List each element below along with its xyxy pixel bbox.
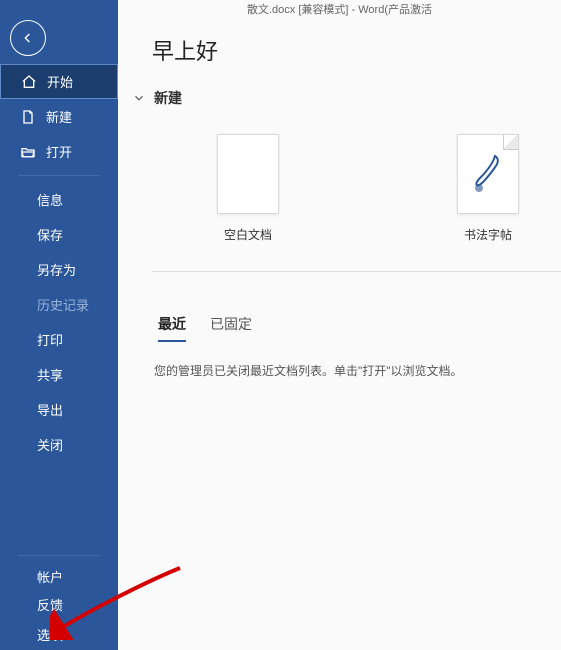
tab-recent[interactable]: 最近	[158, 314, 186, 342]
recent-empty-message: 您的管理员已关闭最近文档列表。单击"打开"以浏览文档。	[154, 362, 561, 379]
sidebar-item-feedback[interactable]: 反馈	[0, 590, 118, 618]
sidebar-item-label: 保存	[37, 225, 63, 244]
folder-open-icon	[20, 144, 36, 160]
sidebar-item-info[interactable]: 信息	[0, 182, 118, 217]
template-caption: 空白文档	[224, 226, 272, 243]
template-thumb-calligraphy	[457, 134, 519, 214]
template-blank-document[interactable]: 空白文档	[198, 134, 298, 243]
sidebar-item-label: 帐户	[37, 567, 63, 586]
sidebar-item-share[interactable]: 共享	[0, 357, 118, 392]
section-divider	[152, 271, 561, 272]
sidebar-item-print[interactable]: 打印	[0, 322, 118, 357]
sidebar-item-new[interactable]: 新建	[0, 99, 118, 134]
main-panel: 散文.docx [兼容模式] - Word(产品激活 早上好 新建 空白文档 书…	[118, 0, 561, 650]
section-new-header[interactable]: 新建	[118, 84, 561, 112]
page-icon	[20, 109, 36, 125]
template-calligraphy[interactable]: 书法字帖	[438, 134, 538, 243]
sidebar-item-label: 反馈	[37, 595, 63, 614]
template-caption: 书法字帖	[464, 226, 512, 243]
sidebar-item-open[interactable]: 打开	[0, 134, 118, 169]
sidebar-item-export[interactable]: 导出	[0, 392, 118, 427]
sidebar-item-label: 另存为	[37, 260, 76, 279]
sidebar-item-save[interactable]: 保存	[0, 217, 118, 252]
sidebar-item-close[interactable]: 关闭	[0, 427, 118, 462]
sidebar-divider	[18, 555, 100, 556]
template-thumb-blank	[217, 134, 279, 214]
sidebar-item-label: 关闭	[37, 435, 63, 454]
sidebar-item-label: 开始	[47, 72, 73, 91]
sidebar-item-label: 共享	[37, 365, 63, 384]
recent-tabs: 最近 已固定	[158, 314, 561, 342]
template-list: 空白文档 书法字帖	[118, 112, 561, 243]
sidebar-item-history: 历史记录	[0, 287, 118, 322]
sidebar-item-label: 新建	[46, 107, 72, 126]
home-icon	[21, 74, 37, 90]
sidebar-item-label: 历史记录	[37, 295, 89, 314]
greeting-heading: 早上好	[152, 34, 561, 66]
back-arrow-icon	[20, 30, 36, 46]
sidebar-item-label: 选项	[37, 625, 63, 644]
window-title: 散文.docx [兼容模式] - Word(产品激活	[118, 0, 561, 16]
backstage-sidebar: 开始 新建 打开 信息 保存 另存为 历史记录 打印	[0, 0, 118, 650]
section-new-label: 新建	[154, 88, 182, 108]
sidebar-item-home[interactable]: 开始	[0, 64, 118, 99]
tab-pinned[interactable]: 已固定	[210, 314, 252, 342]
sidebar-item-label: 打印	[37, 330, 63, 349]
sidebar-item-account[interactable]: 帐户	[0, 562, 118, 590]
brush-icon	[471, 150, 505, 198]
sidebar-item-label: 打开	[46, 142, 72, 161]
sidebar-item-label: 信息	[37, 190, 63, 209]
sidebar-item-saveas[interactable]: 另存为	[0, 252, 118, 287]
sidebar-item-options[interactable]: 选项	[0, 618, 118, 650]
app-root: 开始 新建 打开 信息 保存 另存为 历史记录 打印	[0, 0, 561, 650]
chevron-down-icon	[132, 91, 146, 105]
sidebar-divider	[18, 175, 100, 176]
back-button[interactable]	[10, 20, 46, 56]
sidebar-item-label: 导出	[37, 400, 63, 419]
